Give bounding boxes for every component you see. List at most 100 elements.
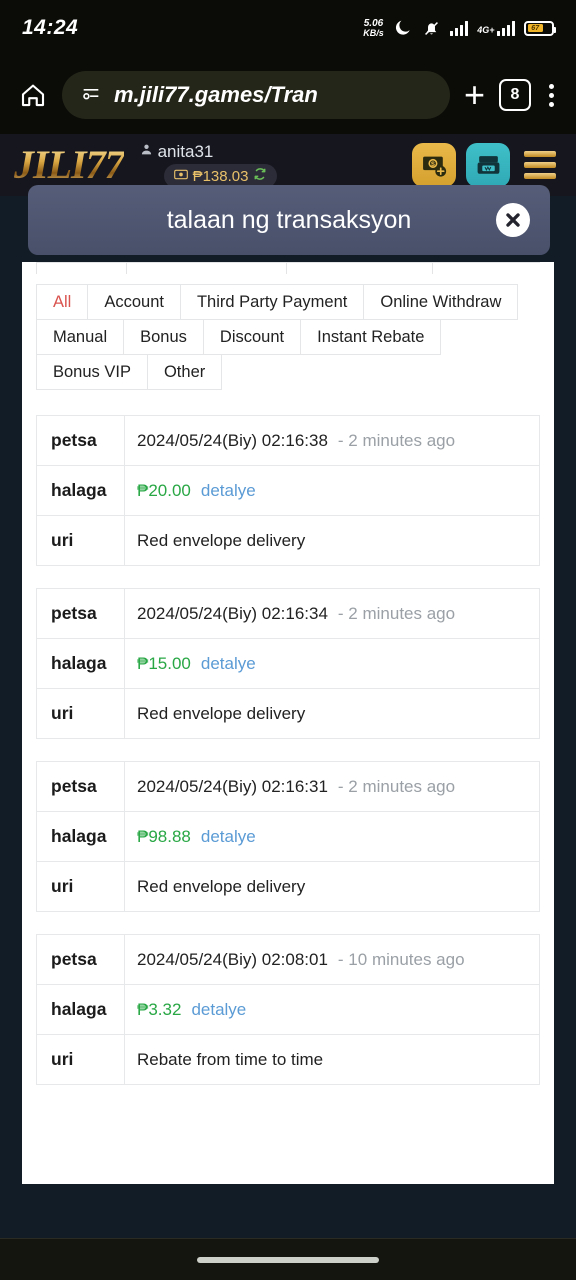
transaction-type: Red envelope delivery: [137, 876, 306, 896]
row-key: uri: [37, 516, 125, 565]
transaction-relative-time: - 2 minutes ago: [337, 430, 456, 450]
transaction-card: petsa 2024/05/24(Biy) 02:16:34 - 2 minutes…: [36, 588, 540, 739]
wallet-icon: [173, 167, 188, 185]
status-bar-icons: 5.06 KB/s 4G+ 67: [363, 18, 556, 38]
transaction-relative-time: - 2 minutes ago: [337, 776, 456, 796]
row-value: Rebate from time to time: [125, 1035, 539, 1084]
row-value: Red envelope delivery: [125, 689, 539, 738]
hamburger-icon[interactable]: [520, 151, 562, 179]
table-row: petsa 2024/05/24(Biy) 02:16:31 - 2 minutes…: [37, 762, 539, 812]
filter-tab-other[interactable]: Other: [146, 354, 223, 390]
transaction-amount: ₱98.88: [137, 826, 191, 846]
username-label: anita31: [157, 142, 214, 161]
filter-tab-third-party-payment[interactable]: Third Party Payment: [179, 284, 365, 320]
signal-bars-icon: [449, 20, 469, 36]
kebab-menu-icon[interactable]: [545, 83, 558, 107]
atm-withdraw-icon[interactable]: [466, 143, 510, 187]
filter-tab-bonus-vip[interactable]: Bonus VIP: [36, 354, 148, 390]
table-row: uri Red envelope delivery: [37, 862, 539, 912]
transaction-amount: ₱15.00: [137, 653, 191, 673]
row-key: petsa: [37, 762, 125, 811]
transaction-card: petsa 2024/05/24(Biy) 02:16:38 - 2 minutes…: [36, 415, 540, 566]
detail-link[interactable]: detalye: [191, 1000, 246, 1020]
transaction-date: 2024/05/24(Biy) 02:16:31: [137, 776, 328, 796]
detail-link[interactable]: detalye: [201, 827, 256, 847]
row-value: 2024/05/24(Biy) 02:16:38 - 2 minutes ago: [125, 416, 539, 465]
home-icon[interactable]: [18, 80, 48, 110]
filter-tab-manual[interactable]: Manual: [36, 319, 125, 355]
clipped-tab-row: [36, 262, 540, 274]
row-key: halaga: [37, 985, 125, 1034]
row-key: halaga: [37, 639, 125, 688]
detail-link[interactable]: detalye: [201, 654, 256, 674]
close-icon[interactable]: [496, 203, 530, 237]
transaction-relative-time: - 2 minutes ago: [337, 603, 456, 623]
transaction-type: Rebate from time to time: [137, 1049, 324, 1069]
row-key: uri: [37, 689, 125, 738]
table-row: petsa 2024/05/24(Biy) 02:16:38 - 2 minutes…: [37, 416, 539, 466]
filter-tab-instant-rebate[interactable]: Instant Rebate: [300, 319, 442, 355]
filter-tab-bonus[interactable]: Bonus: [123, 319, 204, 355]
row-key: petsa: [37, 589, 125, 638]
browser-toolbar: m.jili77.games/Tran + 8: [0, 56, 576, 134]
table-row: uri Rebate from time to time: [37, 1035, 539, 1085]
network-speed-unit: KB/s: [363, 27, 384, 38]
user-block: anita31 ₱138.03: [140, 142, 278, 188]
table-row: petsa 2024/05/24(Biy) 02:08:01 - 10 minute…: [37, 935, 539, 985]
person-icon: [140, 143, 153, 161]
tab-count-button[interactable]: 8: [499, 79, 531, 111]
username-row[interactable]: anita31: [140, 142, 214, 162]
page-info-icon[interactable]: [80, 82, 102, 109]
site-logo[interactable]: JILI77: [14, 145, 125, 185]
network-speed-indicator: 5.06 KB/s: [363, 18, 384, 38]
row-key: halaga: [37, 466, 125, 515]
filter-tab-discount[interactable]: Discount: [202, 319, 302, 355]
table-row: uri Red envelope delivery: [37, 689, 539, 739]
status-bar-clock: 14:24: [22, 16, 79, 39]
transaction-relative-time: - 10 minutes ago: [337, 949, 465, 969]
filter-tab-online-withdraw[interactable]: Online Withdraw: [363, 284, 519, 320]
android-nav-bar: [0, 1238, 576, 1280]
refresh-icon[interactable]: [253, 167, 267, 186]
transaction-date: 2024/05/24(Biy) 02:08:01: [137, 949, 328, 969]
row-value: Red envelope delivery: [125, 516, 539, 565]
svg-text:$: $: [431, 161, 435, 168]
money-deposit-icon[interactable]: $: [412, 143, 456, 187]
transaction-amount: ₱3.32: [137, 999, 182, 1019]
battery-percent: 67: [531, 24, 540, 32]
home-gesture-pill[interactable]: [197, 1256, 379, 1263]
filter-tab-account[interactable]: Account: [87, 284, 181, 320]
row-value: Red envelope delivery: [125, 862, 539, 911]
row-value: ₱98.88 detalye: [125, 812, 539, 861]
transaction-type: Red envelope delivery: [137, 703, 306, 723]
url-text: m.jili77.games/Tran: [114, 82, 318, 107]
row-value: 2024/05/24(Biy) 02:08:01 - 10 minutes ago: [125, 935, 539, 984]
plus-icon[interactable]: +: [464, 77, 485, 113]
battery-icon: 67: [524, 20, 556, 36]
detail-link[interactable]: detalye: [201, 481, 256, 501]
4g-plus-icon: 4G+: [477, 20, 515, 36]
moon-icon: [393, 18, 413, 38]
transaction-list: petsa 2024/05/24(Biy) 02:16:38 - 2 minutes…: [36, 415, 540, 1085]
android-status-bar: 14:24 5.06 KB/s 4G+ 67: [0, 0, 576, 56]
transaction-record-toast: talaan ng transaksyon: [28, 185, 550, 255]
filter-tab-group: All Account Third Party Payment Online With…: [36, 284, 540, 390]
table-row: halaga ₱20.00 detalye: [37, 466, 539, 516]
row-value: ₱20.00 detalye: [125, 466, 539, 515]
table-row: uri Red envelope delivery: [37, 516, 539, 566]
balance-amount: ₱138.03: [192, 167, 249, 185]
tab-count-label: 8: [510, 86, 520, 103]
row-value: ₱3.32 detalye: [125, 985, 539, 1034]
row-key: petsa: [37, 416, 125, 465]
table-row: petsa 2024/05/24(Biy) 02:16:34 - 2 minutes…: [37, 589, 539, 639]
table-row: halaga ₱15.00 detalye: [37, 639, 539, 689]
table-row: halaga ₱3.32 detalye: [37, 985, 539, 1035]
transaction-type: Red envelope delivery: [137, 530, 306, 550]
filter-tab-all[interactable]: All: [36, 284, 89, 320]
toast-message: talaan ng transaksyon: [166, 205, 412, 234]
web-page: JILI77 anita31 ₱138.03 $ talaan ng trans…: [0, 134, 576, 1238]
url-bar[interactable]: m.jili77.games/Tran: [62, 71, 450, 119]
network-type-label: 4G+: [477, 24, 495, 35]
row-key: petsa: [37, 935, 125, 984]
transaction-amount: ₱20.00: [137, 480, 191, 500]
